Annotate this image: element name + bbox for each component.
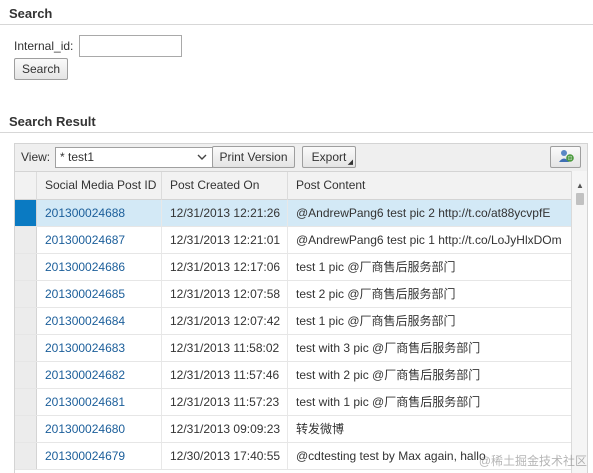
search-section-title: Search bbox=[9, 6, 53, 21]
post-id-link[interactable]: 201300024687 bbox=[37, 227, 162, 253]
row-selector[interactable] bbox=[15, 227, 37, 253]
row-selector[interactable] bbox=[15, 335, 37, 361]
row-selector[interactable] bbox=[15, 443, 37, 469]
post-content: @AndrewPang6 test pic 1 http://t.co/LoJy… bbox=[296, 233, 562, 247]
post-created-on: 12/31/2013 12:07:58 bbox=[162, 281, 288, 307]
post-created-on: 12/31/2013 12:07:42 bbox=[162, 308, 288, 334]
export-button[interactable]: Export ◢ bbox=[302, 146, 356, 168]
post-content: test 1 pic @厂商售后服务部门 bbox=[296, 260, 456, 274]
table-row[interactable]: 201300024684 12/31/2013 12:07:42 test 1 … bbox=[15, 308, 571, 335]
post-content: test 1 pic @厂商售后服务部门 bbox=[296, 314, 456, 328]
personalize-button[interactable] bbox=[550, 146, 581, 168]
personalize-icon bbox=[557, 148, 575, 167]
column-header-post-id[interactable]: Social Media Post ID bbox=[37, 172, 162, 200]
post-content: test 2 pic @厂商售后服务部门 bbox=[296, 287, 456, 301]
row-selector[interactable] bbox=[15, 362, 37, 388]
result-table: Social Media Post ID Post Created On Pos… bbox=[14, 171, 588, 473]
post-created-on: 12/30/2013 17:40:55 bbox=[162, 443, 288, 469]
table-row[interactable]: 201300024686 12/31/2013 12:17:06 test 1 … bbox=[15, 254, 571, 281]
view-select-value: * test1 bbox=[60, 150, 95, 164]
post-created-on: 12/31/2013 09:09:23 bbox=[162, 416, 288, 442]
view-select[interactable]: * test1 bbox=[55, 147, 213, 168]
post-created-on: 12/31/2013 11:58:02 bbox=[162, 335, 288, 361]
row-selector[interactable] bbox=[15, 200, 37, 226]
post-id-link[interactable]: 201300024683 bbox=[37, 335, 162, 361]
table-row[interactable]: 201300024688 12/31/2013 12:21:26 @Andrew… bbox=[15, 200, 571, 227]
internal-id-label: Internal_id: bbox=[14, 39, 74, 53]
print-version-button[interactable]: Print Version bbox=[212, 146, 295, 168]
result-divider bbox=[0, 132, 593, 133]
row-selector[interactable] bbox=[15, 254, 37, 280]
table-row[interactable]: 201300024682 12/31/2013 11:57:46 test wi… bbox=[15, 362, 571, 389]
table-row[interactable]: 201300024683 12/31/2013 11:58:02 test wi… bbox=[15, 335, 571, 362]
row-selector[interactable] bbox=[15, 281, 37, 307]
column-header-created-on[interactable]: Post Created On bbox=[162, 172, 288, 200]
post-created-on: 12/31/2013 12:17:06 bbox=[162, 254, 288, 280]
post-created-on: 12/31/2013 11:57:23 bbox=[162, 389, 288, 415]
post-id-link[interactable]: 201300024682 bbox=[37, 362, 162, 388]
row-selector[interactable] bbox=[15, 389, 37, 415]
post-content: 转发微博 bbox=[296, 422, 345, 436]
post-created-on: 12/31/2013 12:21:01 bbox=[162, 227, 288, 253]
post-content: test with 3 pic @厂商售后服务部门 bbox=[296, 341, 481, 355]
post-id-link[interactable]: 201300024688 bbox=[37, 200, 162, 226]
result-toolbar: View: * test1 Print Version Export ◢ bbox=[14, 143, 588, 171]
search-page: Search Internal_id: Search Search Result… bbox=[0, 0, 593, 473]
export-menu-icon: ◢ bbox=[347, 159, 353, 166]
scroll-up-icon[interactable]: ▲ bbox=[572, 181, 587, 190]
post-id-link[interactable]: 201300024686 bbox=[37, 254, 162, 280]
scrollbar-thumb[interactable] bbox=[576, 193, 584, 205]
table-row[interactable]: 201300024681 12/31/2013 11:57:23 test wi… bbox=[15, 389, 571, 416]
post-id-link[interactable]: 201300024684 bbox=[37, 308, 162, 334]
post-content: test with 1 pic @厂商售后服务部门 bbox=[296, 395, 481, 409]
view-label: View: bbox=[21, 150, 51, 164]
post-id-link[interactable]: 201300024680 bbox=[37, 416, 162, 442]
internal-id-input[interactable] bbox=[79, 35, 182, 57]
vertical-scrollbar[interactable]: ▲ bbox=[571, 171, 587, 473]
table-header: Social Media Post ID Post Created On Pos… bbox=[15, 171, 571, 200]
post-id-link[interactable]: 201300024685 bbox=[37, 281, 162, 307]
table-row[interactable]: 201300024687 12/31/2013 12:21:01 @Andrew… bbox=[15, 227, 571, 254]
table-row[interactable]: 201300024685 12/31/2013 12:07:58 test 2 … bbox=[15, 281, 571, 308]
select-all-header[interactable] bbox=[15, 172, 37, 200]
row-selector[interactable] bbox=[15, 416, 37, 442]
search-result-title: Search Result bbox=[9, 114, 96, 129]
row-selector[interactable] bbox=[15, 308, 37, 334]
post-content: @AndrewPang6 test pic 2 http://t.co/at88… bbox=[296, 206, 551, 220]
column-header-content[interactable]: Post Content bbox=[288, 172, 571, 200]
table-row[interactable]: 201300024680 12/31/2013 09:09:23 转发微博 bbox=[15, 416, 571, 443]
search-divider bbox=[0, 24, 593, 25]
post-id-link[interactable]: 201300024679 bbox=[37, 443, 162, 469]
post-created-on: 12/31/2013 12:21:26 bbox=[162, 200, 288, 226]
export-button-label: Export bbox=[311, 150, 347, 164]
watermark-text: @稀土掘金技术社区 bbox=[478, 454, 587, 468]
search-button[interactable]: Search bbox=[14, 58, 68, 80]
post-created-on: 12/31/2013 11:57:46 bbox=[162, 362, 288, 388]
chevron-down-icon[interactable] bbox=[197, 149, 207, 168]
post-id-link[interactable]: 201300024681 bbox=[37, 389, 162, 415]
post-content: test with 2 pic @厂商售后服务部门 bbox=[296, 368, 481, 382]
